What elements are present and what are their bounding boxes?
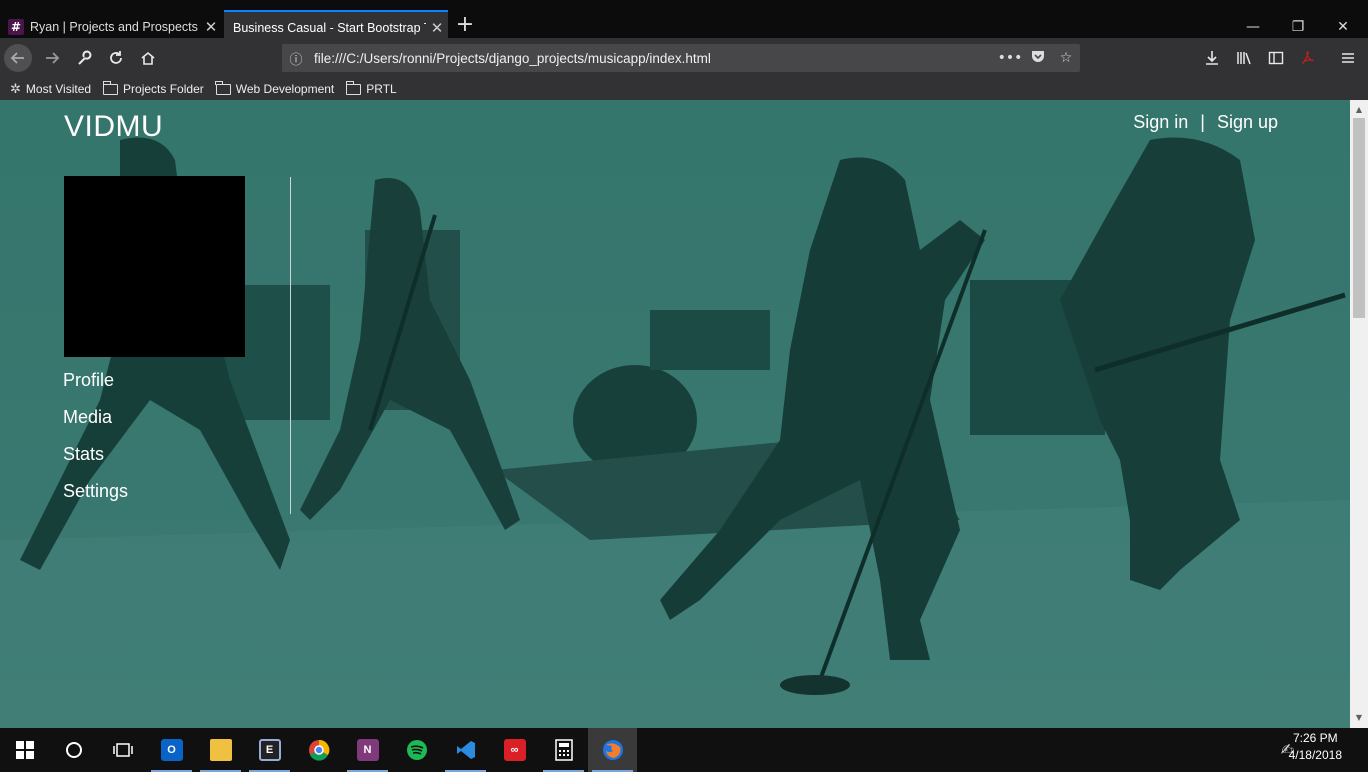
taskbar-firefox[interactable] <box>588 728 637 772</box>
pdf-extension-button[interactable] <box>1294 44 1322 72</box>
tab-title: Ryan | Projects and Prospects S <box>30 19 200 34</box>
chrome-icon <box>308 739 329 761</box>
site-brand-logo[interactable]: VIDMU <box>64 110 163 144</box>
folder-icon <box>345 80 362 95</box>
auth-links: Sign in | Sign up <box>1133 112 1278 133</box>
folder-icon <box>215 80 231 95</box>
start-button[interactable] <box>0 728 49 772</box>
sign-in-link[interactable]: Sign in <box>1133 112 1188 133</box>
wrench-button[interactable] <box>70 44 98 72</box>
taskbar-spotify[interactable] <box>392 728 441 772</box>
firefox-icon <box>602 740 623 760</box>
library-icon <box>1237 52 1251 65</box>
scroll-down-icon[interactable]: ▼ <box>1350 710 1368 726</box>
menu-item-profile[interactable]: Profile <box>63 370 128 407</box>
creative-cloud-icon: ∞ <box>503 739 526 761</box>
library-button[interactable] <box>1230 44 1258 72</box>
sidebar-menu: Profile Media Stats Settings <box>63 370 128 518</box>
folder-icon <box>209 739 232 761</box>
vertical-scrollbar[interactable]: ▲ ▼ <box>1350 100 1368 728</box>
back-arrow-icon <box>10 52 24 64</box>
system-clock[interactable]: 7:26 PM 4/18/2018 <box>1289 730 1342 764</box>
windows-taskbar: O E N ∞ ✍ 7:26 PM 4/18/2018 <box>0 728 1368 772</box>
taskbar-chrome[interactable] <box>294 728 343 772</box>
menu-item-settings[interactable]: Settings <box>63 481 128 518</box>
profile-avatar <box>64 176 245 357</box>
outlook-icon: O <box>160 739 183 761</box>
bookmark-web-development[interactable]: Web Development <box>215 80 335 96</box>
downloads-button[interactable] <box>1198 44 1226 72</box>
reload-button[interactable] <box>102 44 130 72</box>
clock-date: 4/18/2018 <box>1288 748 1342 762</box>
close-tab-icon[interactable]: ✕ <box>426 19 448 37</box>
pocket-icon[interactable] <box>1024 48 1052 68</box>
nav-toolbar: ⓘ file:///C:/Users/ronni/Projects/django… <box>0 38 1368 78</box>
forward-button[interactable] <box>38 44 66 72</box>
folder-icon <box>102 80 119 95</box>
bookmark-star-icon[interactable]: ☆ <box>1052 50 1080 66</box>
visual-studio-icon: E <box>258 739 281 761</box>
bookmarks-toolbar: ✲ Most Visited Projects Folder Web Devel… <box>0 78 1368 100</box>
bookmark-label: Most Visited <box>25 82 92 96</box>
home-button[interactable] <box>134 44 162 72</box>
bookmark-label: PRTL <box>366 82 397 96</box>
menu-item-media[interactable]: Media <box>63 407 128 444</box>
menu-item-stats[interactable]: Stats <box>63 444 128 481</box>
bookmark-projects-folder[interactable]: Projects Folder <box>102 80 204 96</box>
wrench-icon <box>78 50 92 65</box>
close-tab-icon[interactable]: ✕ <box>200 18 222 36</box>
sidebar-button[interactable] <box>1262 44 1290 72</box>
back-button[interactable] <box>4 44 32 72</box>
url-bar[interactable]: ⓘ file:///C:/Users/ronni/Projects/django… <box>282 44 1080 72</box>
taskbar-visual-studio[interactable]: E <box>245 728 294 772</box>
taskbar-file-explorer[interactable] <box>196 728 245 772</box>
new-tab-button[interactable]: + <box>452 13 478 39</box>
calculator-icon <box>554 739 573 761</box>
scroll-up-icon[interactable]: ▲ <box>1350 102 1368 118</box>
bookmark-most-visited[interactable]: ✲ Most Visited <box>10 81 91 97</box>
cortana-button[interactable] <box>49 728 98 772</box>
windows-logo-icon <box>15 741 34 759</box>
bookmark-label: Web Development <box>235 82 335 96</box>
task-view-button[interactable] <box>98 728 147 772</box>
sidebar-icon <box>1268 51 1284 65</box>
taskbar-outlook[interactable]: O <box>147 728 196 772</box>
reload-icon <box>110 51 122 64</box>
acrobat-icon <box>1302 51 1314 65</box>
clock-time: 7:26 PM <box>1292 731 1338 745</box>
sign-up-link[interactable]: Sign up <box>1217 112 1278 133</box>
taskbar-creative-cloud[interactable]: ∞ <box>490 728 539 772</box>
page-actions-icon[interactable]: ••• <box>996 50 1024 66</box>
page-content: VIDMU Sign in | Sign up Profile Media St… <box>0 100 1350 728</box>
download-icon <box>1206 51 1218 65</box>
tab-title: Business Casual - Start Bootstrap Th <box>233 20 426 35</box>
gear-icon: ✲ <box>10 81 21 96</box>
bookmark-label: Projects Folder <box>123 82 204 96</box>
slack-favicon-icon: # <box>8 18 24 35</box>
info-icon[interactable]: ⓘ <box>282 49 310 68</box>
auth-separator: | <box>1200 112 1205 132</box>
hamburger-menu-icon <box>1342 53 1354 63</box>
tab-strip: # Ryan | Projects and Prospects S ✕ Busi… <box>0 0 1368 43</box>
taskbar-calculator[interactable] <box>539 728 588 772</box>
spotify-icon <box>406 740 427 760</box>
taskbar-vscode[interactable] <box>441 728 490 772</box>
onenote-icon: N <box>356 739 379 761</box>
task-view-icon <box>112 743 133 757</box>
url-text[interactable]: file:///C:/Users/ronni/Projects/django_p… <box>310 51 996 66</box>
sidebar-divider <box>290 177 291 514</box>
cortana-circle-icon <box>65 742 82 758</box>
taskbar-onenote[interactable]: N <box>343 728 392 772</box>
scrollbar-thumb[interactable] <box>1353 118 1365 318</box>
bookmark-prtl[interactable]: PRTL <box>345 80 397 96</box>
vscode-icon <box>456 741 475 759</box>
forward-arrow-icon <box>46 52 60 64</box>
menu-button[interactable] <box>1334 44 1362 72</box>
home-icon <box>141 51 155 65</box>
